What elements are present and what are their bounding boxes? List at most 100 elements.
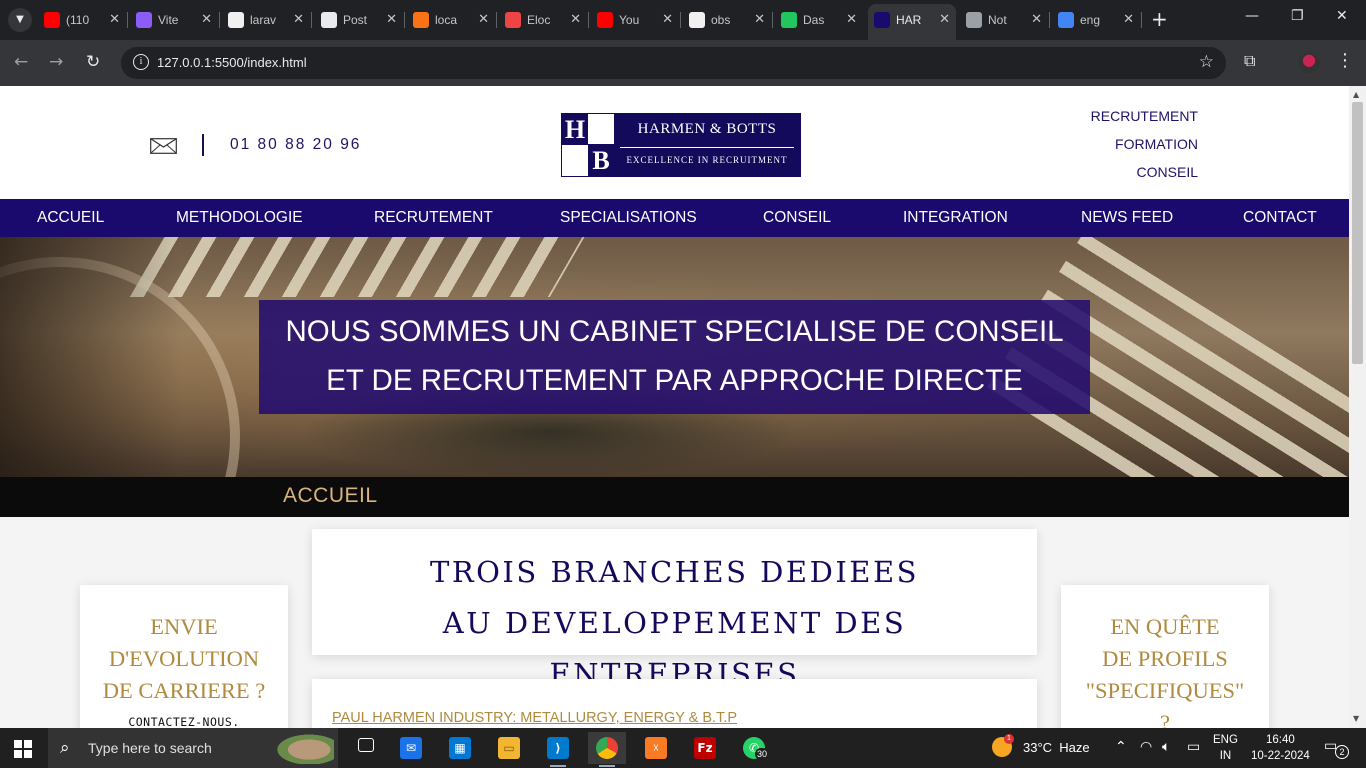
branch-industry-link[interactable]: PAUL HARMEN INDUSTRY: METALLURGY, ENERGY…	[332, 710, 737, 726]
site-header: 01 80 88 20 96 H B HARMEN & BOTTS EXCELL…	[0, 86, 1349, 199]
windows-start-icon[interactable]	[14, 740, 32, 758]
close-tab-icon[interactable]: ✕	[754, 11, 765, 27]
browser-tab[interactable]: Not ✕	[960, 6, 1050, 34]
browser-tab-title: You	[619, 13, 640, 27]
browser-tab[interactable]: Post ✕	[315, 6, 405, 34]
laravel-icon	[505, 12, 521, 28]
browser-tab[interactable]: obs ✕	[683, 6, 773, 34]
chrome-icon[interactable]	[588, 732, 626, 767]
notification-center-icon[interactable]: ▭ 2	[1324, 738, 1349, 759]
nav-integration[interactable]: INTEGRATION	[903, 199, 1008, 237]
hb-logo-icon	[874, 12, 890, 28]
file-explorer-icon[interactable]: ▭	[490, 732, 528, 764]
page-scrollbar[interactable]: ▲ ▼	[1349, 86, 1366, 728]
wifi-icon[interactable]: ◠	[1140, 739, 1152, 755]
vscode-icon[interactable]: ⟩	[539, 732, 577, 767]
nav-news-feed[interactable]: NEWS FEED	[1081, 199, 1173, 237]
microsoft-store-icon[interactable]: ▦	[441, 732, 479, 764]
browser-tab-title: HAR	[896, 13, 922, 27]
reload-icon[interactable]: ↻	[86, 52, 100, 72]
site-info-icon[interactable]: i	[133, 54, 149, 70]
service-link-formation[interactable]: FORMATION	[1091, 136, 1198, 164]
bookmark-star-icon[interactable]: ☆	[1199, 52, 1214, 72]
restore-button[interactable]: ❐	[1291, 8, 1304, 24]
battery-icon[interactable]: ▭	[1187, 739, 1200, 755]
browser-tab[interactable]: You ✕	[591, 6, 681, 34]
scroll-thumb[interactable]	[1352, 102, 1363, 364]
browser-menu-icon[interactable]: ⋮	[1336, 50, 1354, 71]
forward-icon[interactable]: →	[49, 52, 63, 72]
nav-specialisations[interactable]: SPECIALISATIONS	[560, 199, 697, 237]
browser-tab[interactable]: HAR ✕	[868, 4, 956, 40]
logo-rule	[620, 147, 794, 148]
browser-tab[interactable]: Vite ✕	[130, 6, 220, 34]
new-tab-button[interactable]: +	[1151, 7, 1168, 31]
browser-tab-strip: ▼ (110 ✕ Vite ✕ larav ✕ Post ✕ loca ✕ Eloc ✕ You ✕ obs…	[0, 0, 1366, 40]
branches-title-card: TROIS BRANCHES DEDIEES AU DEVELOPPEMENT …	[312, 529, 1037, 691]
service-link-conseil[interactable]: CONSEIL	[1091, 164, 1198, 192]
tab-search-button[interactable]: ▼	[8, 8, 32, 32]
browser-tab[interactable]: eng ✕	[1052, 6, 1142, 34]
service-link-recrutement[interactable]: RECRUTEMENT	[1091, 108, 1198, 136]
system-clock[interactable]: 16:40 10-22-2024	[1251, 732, 1310, 764]
close-tab-icon[interactable]: ✕	[478, 11, 489, 27]
browser-tab[interactable]: Das ✕	[775, 6, 863, 34]
nav-methodologie[interactable]: METHODOLOGIE	[176, 199, 303, 237]
extensions-puzzle-icon[interactable]: ⧉	[1244, 51, 1264, 71]
scroll-up-arrow-icon[interactable]: ▲	[1353, 90, 1359, 99]
minimize-button[interactable]: —	[1245, 8, 1259, 24]
page-viewport: 01 80 88 20 96 H B HARMEN & BOTTS EXCELL…	[0, 86, 1349, 728]
phone-number[interactable]: 01 80 88 20 96	[230, 136, 361, 154]
career-card-title-line: DE CARRIERE ?	[102, 678, 266, 703]
site-logo[interactable]: H B HARMEN & BOTTS EXCELLENCE IN RECRUIT…	[561, 113, 801, 177]
close-tab-icon[interactable]: ✕	[846, 11, 857, 27]
mail-icon[interactable]	[150, 138, 177, 154]
hero-banner: NOUS SOMMES UN CABINET SPECIALISE DE CON…	[0, 237, 1349, 477]
browser-tab[interactable]: larav ✕	[222, 6, 312, 34]
nav-conseil[interactable]: CONSEIL	[763, 199, 831, 237]
back-icon[interactable]: ←	[14, 52, 28, 72]
nav-recrutement[interactable]: RECRUTEMENT	[374, 199, 493, 237]
close-tab-icon[interactable]: ✕	[570, 11, 581, 27]
whatsapp-icon[interactable]: ✆ 30	[735, 732, 773, 764]
mail-app-icon[interactable]: ✉	[392, 732, 430, 764]
nav-accueil[interactable]: ACCUEIL	[37, 199, 104, 237]
youtube-icon	[44, 12, 60, 28]
browser-tab[interactable]: (110 ✕	[38, 6, 128, 34]
close-tab-icon[interactable]: ✕	[201, 11, 212, 27]
browser-tab[interactable]: Eloc ✕	[499, 6, 589, 34]
filezilla-icon[interactable]: Fz	[686, 732, 724, 764]
browser-tab[interactable]: loca ✕	[407, 6, 497, 34]
taskbar-search[interactable]: ⌕ Type here to search	[48, 728, 338, 768]
task-view-icon[interactable]	[347, 732, 385, 764]
scroll-down-arrow-icon[interactable]: ▼	[1353, 714, 1359, 723]
close-tab-icon[interactable]: ✕	[662, 11, 673, 27]
volume-icon[interactable]: 🔈︎	[1162, 739, 1170, 755]
nav-contact[interactable]: CONTACT	[1243, 199, 1317, 237]
vite-icon	[136, 12, 152, 28]
close-tab-icon[interactable]: ✕	[939, 11, 950, 27]
close-tab-icon[interactable]: ✕	[1123, 11, 1134, 27]
career-card: ENVIE D'EVOLUTION DE CARRIERE ? CONTACTE…	[80, 585, 288, 728]
tab-separator	[496, 12, 497, 28]
tab-separator	[680, 12, 681, 28]
address-bar[interactable]: i 127.0.0.1:5500/index.html ☆	[121, 47, 1226, 79]
profile-avatar[interactable]	[1298, 52, 1320, 74]
close-tab-icon[interactable]: ✕	[293, 11, 304, 27]
input-language[interactable]: ENG IN	[1213, 732, 1238, 764]
input-language-code: ENG	[1213, 734, 1238, 746]
branch-card: PAUL HARMEN INDUSTRY: METALLURGY, ENERGY…	[312, 679, 1037, 728]
browser-tab-title: Eloc	[527, 13, 551, 27]
xampp-icon[interactable]: ☓	[637, 732, 675, 764]
close-window-button[interactable]: ✕	[1336, 8, 1348, 24]
dashboard-icon	[781, 12, 797, 28]
close-tab-icon[interactable]: ✕	[109, 11, 120, 27]
show-hidden-icons-chevron-icon[interactable]: ⌃	[1115, 739, 1127, 755]
close-tab-icon[interactable]: ✕	[386, 11, 397, 27]
taskbar-search-placeholder[interactable]: Type here to search	[88, 740, 212, 756]
close-tab-icon[interactable]: ✕	[1031, 11, 1042, 27]
clock-time: 16:40	[1266, 734, 1295, 746]
browser-tab-title: (110	[66, 13, 90, 27]
url-text[interactable]: 127.0.0.1:5500/index.html	[157, 55, 307, 70]
contact-us-link[interactable]: CONTACTEZ-NOUS.	[80, 715, 288, 728]
